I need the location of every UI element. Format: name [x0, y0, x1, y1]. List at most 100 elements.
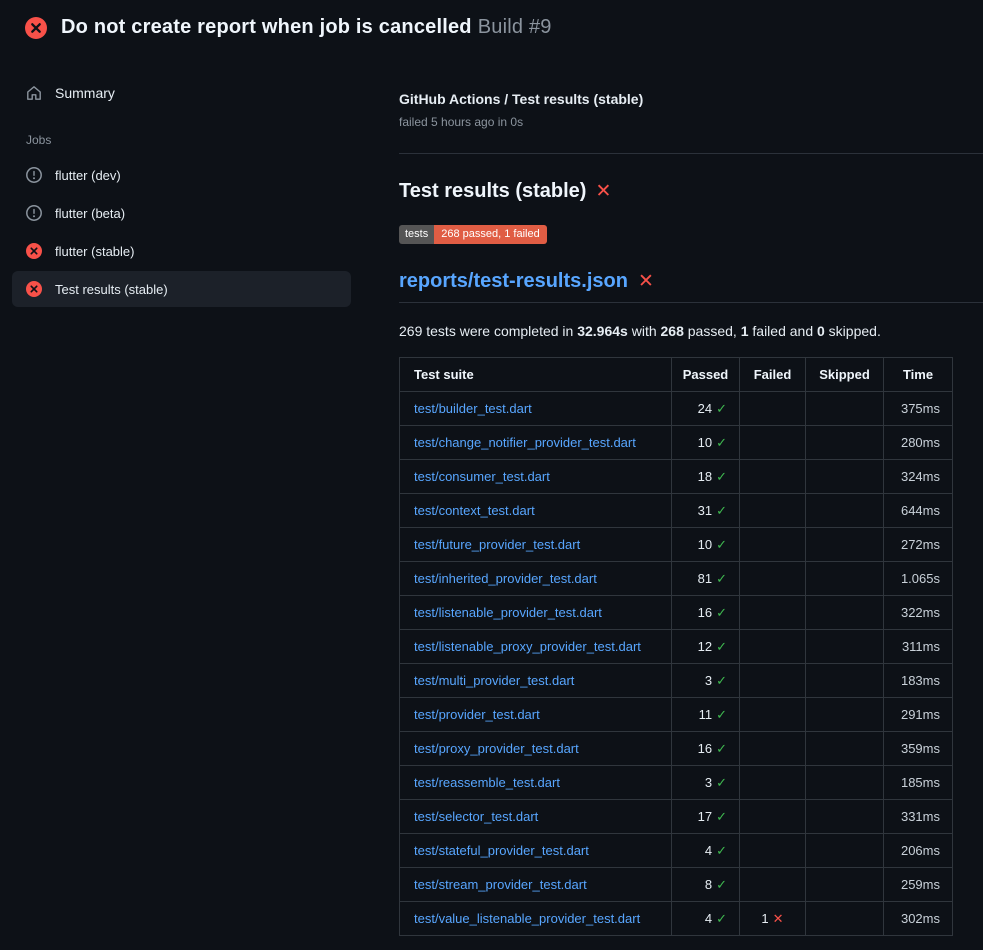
passed-cell: 3✓: [672, 766, 740, 800]
time-cell: 322ms: [884, 596, 953, 630]
test-suite-link[interactable]: test/stream_provider_test.dart: [414, 877, 587, 892]
suite-cell: test/multi_provider_test.dart: [400, 664, 672, 698]
table-row: test/selector_test.dart17✓331ms: [400, 800, 953, 834]
table-row: test/consumer_test.dart18✓324ms: [400, 460, 953, 494]
skipped-cell: [806, 732, 884, 766]
suite-cell: test/future_provider_test.dart: [400, 528, 672, 562]
time-cell: 359ms: [884, 732, 953, 766]
job-neutral-icon: [26, 167, 42, 183]
check-icon: ✓: [716, 809, 727, 824]
column-header: Skipped: [806, 358, 884, 392]
skipped-cell: [806, 494, 884, 528]
check-icon: ✓: [716, 571, 727, 586]
passed-cell: 24✓: [672, 392, 740, 426]
failed-cell: 1✕: [740, 902, 806, 936]
test-suite-link[interactable]: test/provider_test.dart: [414, 707, 540, 722]
table-row: test/value_listenable_provider_test.dart…: [400, 902, 953, 936]
job-label: flutter (stable): [55, 244, 134, 259]
skipped-cell: [806, 664, 884, 698]
passed-cell: 3✓: [672, 664, 740, 698]
suite-cell: test/consumer_test.dart: [400, 460, 672, 494]
suite-cell: test/inherited_provider_test.dart: [400, 562, 672, 596]
skipped-cell: [806, 596, 884, 630]
table-row: test/builder_test.dart24✓375ms: [400, 392, 953, 426]
test-suite-link[interactable]: test/selector_test.dart: [414, 809, 538, 824]
test-results-table: Test suitePassedFailedSkippedTime test/b…: [399, 357, 953, 936]
run-meta: failed 5 hours ago in 0s: [399, 115, 983, 129]
suite-cell: test/stream_provider_test.dart: [400, 868, 672, 902]
passed-cell: 12✓: [672, 630, 740, 664]
passed-cell: 4✓: [672, 902, 740, 936]
time-cell: 1.065s: [884, 562, 953, 596]
check-icon: ✓: [716, 401, 727, 416]
skipped-cell: [806, 630, 884, 664]
breadcrumb: GitHub Actions / Test results (stable): [399, 91, 983, 107]
suite-cell: test/selector_test.dart: [400, 800, 672, 834]
sidebar-item-job[interactable]: Test results (stable): [12, 271, 351, 307]
test-suite-link[interactable]: test/builder_test.dart: [414, 401, 532, 416]
tests-badge: tests 268 passed, 1 failed: [399, 225, 547, 244]
failed-x-icon: ✕: [595, 182, 611, 201]
skipped-cell: [806, 426, 884, 460]
failed-cell: [740, 834, 806, 868]
time-cell: 331ms: [884, 800, 953, 834]
job-label: flutter (beta): [55, 206, 125, 221]
check-icon: ✓: [716, 741, 727, 756]
skipped-cell: [806, 868, 884, 902]
skipped-cell: [806, 834, 884, 868]
tests-summary-line: 269 tests were completed in 32.964s with…: [399, 323, 983, 339]
test-suite-link[interactable]: test/stateful_provider_test.dart: [414, 843, 589, 858]
suite-cell: test/builder_test.dart: [400, 392, 672, 426]
passed-cell: 10✓: [672, 528, 740, 562]
sidebar-item-summary[interactable]: Summary: [12, 75, 351, 111]
time-cell: 280ms: [884, 426, 953, 460]
check-icon: ✓: [716, 503, 727, 518]
table-row: test/inherited_provider_test.dart81✓1.06…: [400, 562, 953, 596]
job-failed-icon: [26, 243, 42, 259]
jobs-section-label: Jobs: [12, 113, 351, 157]
sidebar-item-job[interactable]: flutter (stable): [12, 233, 351, 269]
skipped-cell: [806, 902, 884, 936]
check-icon: ✓: [716, 537, 727, 552]
column-header: Passed: [672, 358, 740, 392]
build-title-text: Do not create report when job is cancell…: [61, 16, 472, 38]
table-row: test/listenable_proxy_provider_test.dart…: [400, 630, 953, 664]
report-file-link[interactable]: reports/test-results.json: [399, 270, 628, 293]
skipped-cell: [806, 800, 884, 834]
divider: [399, 153, 983, 154]
skipped-cell: [806, 392, 884, 426]
test-suite-link[interactable]: test/context_test.dart: [414, 503, 535, 518]
test-suite-link[interactable]: test/listenable_proxy_provider_test.dart: [414, 639, 641, 654]
passed-cell: 4✓: [672, 834, 740, 868]
test-suite-link[interactable]: test/change_notifier_provider_test.dart: [414, 435, 636, 450]
time-cell: 291ms: [884, 698, 953, 732]
test-suite-link[interactable]: test/proxy_provider_test.dart: [414, 741, 579, 756]
time-cell: 259ms: [884, 868, 953, 902]
sidebar-item-job[interactable]: flutter (beta): [12, 195, 351, 231]
column-header: Test suite: [400, 358, 672, 392]
table-row: test/listenable_provider_test.dart16✓322…: [400, 596, 953, 630]
report-heading: reports/test-results.json ✕: [399, 270, 983, 303]
test-suite-link[interactable]: test/future_provider_test.dart: [414, 537, 580, 552]
jobs-list: flutter (dev) flutter (beta) flutter (stab…: [12, 157, 351, 307]
time-cell: 206ms: [884, 834, 953, 868]
failed-cell: [740, 494, 806, 528]
test-suite-link[interactable]: test/multi_provider_test.dart: [414, 673, 574, 688]
test-suite-link[interactable]: test/listenable_provider_test.dart: [414, 605, 602, 620]
skipped-cell: [806, 766, 884, 800]
test-suite-link[interactable]: test/inherited_provider_test.dart: [414, 571, 597, 586]
failed-cell: [740, 800, 806, 834]
test-suite-link[interactable]: test/consumer_test.dart: [414, 469, 550, 484]
check-icon: ✓: [716, 877, 727, 892]
table-row: test/proxy_provider_test.dart16✓359ms: [400, 732, 953, 766]
failed-cell: [740, 698, 806, 732]
sidebar-item-job[interactable]: flutter (dev): [12, 157, 351, 193]
build-header: Do not create report when job is cancell…: [0, 0, 983, 55]
page-title: Do not create report when job is cancell…: [61, 16, 552, 39]
test-suite-link[interactable]: test/reassemble_test.dart: [414, 775, 560, 790]
passed-cell: 10✓: [672, 426, 740, 460]
job-failed-icon: [26, 281, 42, 297]
test-suite-link[interactable]: test/value_listenable_provider_test.dart: [414, 911, 640, 926]
failed-cell: [740, 732, 806, 766]
failed-cell: [740, 596, 806, 630]
